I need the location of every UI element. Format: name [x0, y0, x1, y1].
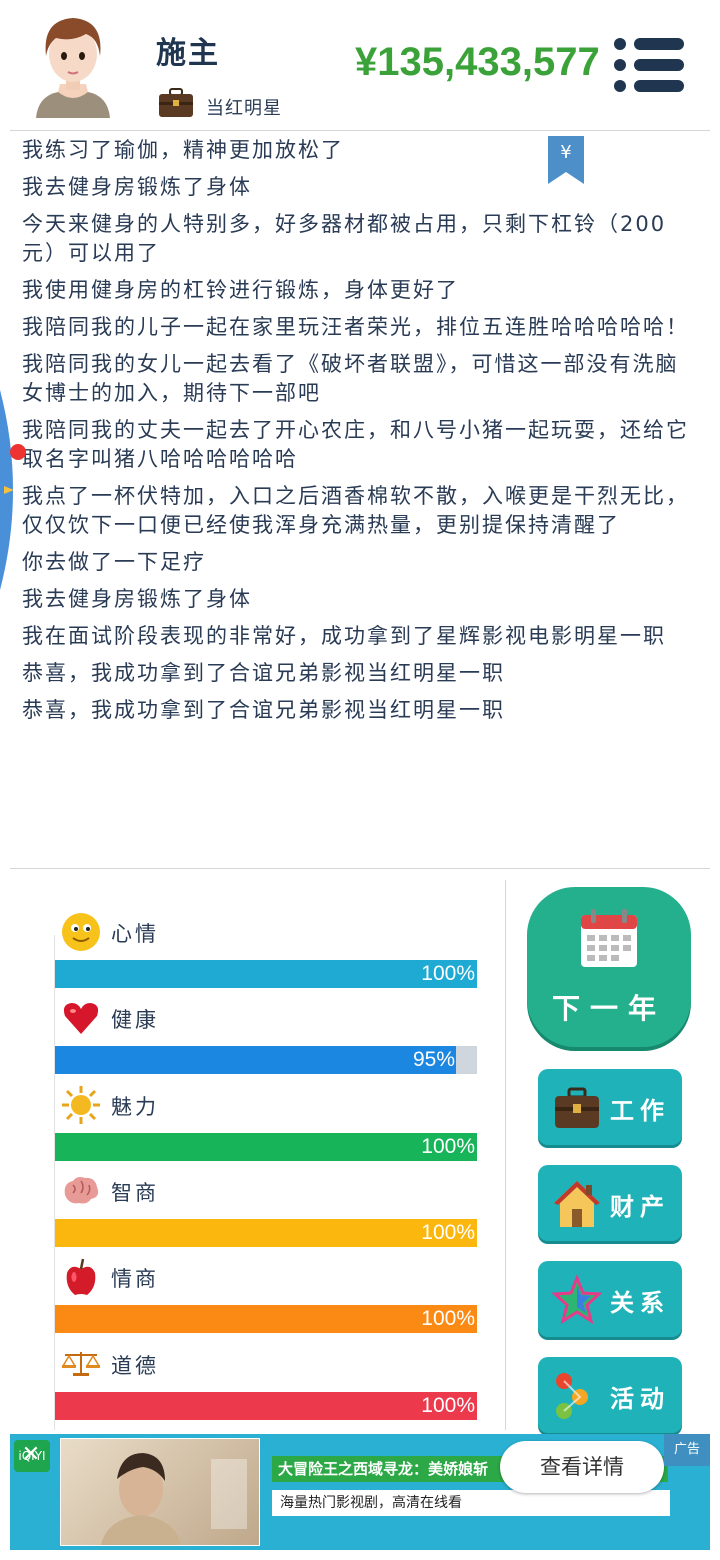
ad-banner[interactable]: iQIYI ✕ 大冒险王之西域寻龙：美娇娘斩 海量热门影视剧，高清在线看 查看详… — [10, 1434, 710, 1550]
log-line: 你去做了一下足疗 — [22, 550, 206, 574]
stat-fill — [55, 1219, 477, 1247]
log-line: 我陪同我的丈夫一起去了开心农庄，和八号小猪一起玩耍，还给它取名字叫猪八哈哈哈哈哈… — [22, 418, 689, 471]
job-title: 当红明星 — [206, 98, 282, 119]
stat-fill — [55, 1133, 477, 1161]
stat-percent: 95% — [412, 1048, 455, 1071]
scales-icon — [61, 1352, 101, 1376]
relations-label: 关系 — [610, 1289, 670, 1317]
stat-bar: 100% — [55, 1392, 477, 1420]
stat-fill — [55, 1305, 477, 1333]
stat-percent: 100% — [421, 1307, 475, 1330]
stat-bar: 95% — [55, 1046, 477, 1074]
next-year-button[interactable]: 下一年 — [527, 887, 691, 1047]
log-line: 我练习了瑜伽，精神更加放松了 — [22, 138, 344, 162]
stat-bar: 100% — [55, 1133, 477, 1161]
relations-button[interactable]: 关系 — [538, 1261, 682, 1337]
stat-percent: 100% — [421, 1394, 475, 1417]
work-button[interactable]: 工作 — [538, 1069, 682, 1145]
sun-icon — [62, 1086, 100, 1124]
stat-percent: 100% — [421, 1221, 475, 1244]
briefcase-icon — [159, 88, 193, 117]
ad-badge: 广告 — [664, 1434, 710, 1466]
stat-morality: 道德 100% — [55, 1344, 477, 1430]
activities-button[interactable]: 活动 — [538, 1357, 682, 1433]
header: 施主 当红明星 ¥135,433,577 — [0, 0, 720, 130]
money-balance: ¥135,433,577 — [355, 40, 600, 84]
stat-iq: 智商 100% — [55, 1171, 477, 1257]
stat-bar: 100% — [55, 1219, 477, 1247]
log-line: 我去健身房锻炼了身体 — [22, 175, 252, 199]
stat-percent: 100% — [421, 962, 475, 985]
stat-fill — [55, 1046, 456, 1074]
stat-label: 魅力 — [111, 1095, 159, 1119]
stat-percent: 100% — [421, 1135, 475, 1158]
work-label: 工作 — [610, 1097, 670, 1125]
log-line: 恭喜，我成功拿到了合谊兄弟影视当红明星一职 — [22, 698, 505, 722]
property-button[interactable]: 财产 — [538, 1165, 682, 1241]
log-line: 我陪同我的女儿一起去看了《破坏者联盟》，可惜这一部没有洗脑女博士的加入，期待下一… — [22, 352, 679, 405]
side-drawer-handle[interactable] — [0, 390, 26, 590]
hamburger-menu-icon[interactable] — [614, 38, 686, 92]
activities-label: 活动 — [610, 1385, 670, 1413]
event-log[interactable]: 我练习了瑜伽，精神更加放松了 我去健身房锻炼了身体 今天来健身的人特别多，好多器… — [22, 136, 698, 733]
property-label: 财产 — [610, 1193, 670, 1221]
house-icon — [554, 1181, 600, 1227]
ad-view-details-button[interactable]: 查看详情 — [500, 1441, 664, 1493]
heart-icon — [63, 1003, 99, 1034]
ad-poster-image — [101, 1453, 247, 1545]
stat-bar: 100% — [55, 1305, 477, 1333]
activities-icon — [556, 1373, 588, 1419]
stat-label: 健康 — [111, 1008, 159, 1032]
stat-label: 情商 — [111, 1267, 159, 1291]
stat-label: 道德 — [111, 1354, 159, 1378]
log-line: 我在面试阶段表现的非常好，成功拿到了星辉影视电影明星一职 — [22, 624, 666, 648]
avatar[interactable] — [28, 8, 118, 118]
star-icon — [552, 1275, 602, 1325]
stats-panel: 心情 100% 健康 95% 魅力 100% 智商 100% 情商 100% 道… — [0, 880, 505, 1430]
stat-fill — [55, 1392, 477, 1420]
log-line: 今天来健身的人特别多，好多器材都被占用，只剩下杠铃（200元）可以用了 — [22, 212, 667, 265]
stat-label: 心情 — [111, 922, 159, 946]
player-name: 施主 — [156, 36, 220, 71]
calendar-icon — [581, 909, 637, 967]
stat-label: 智商 — [111, 1181, 159, 1205]
apple-icon — [66, 1258, 96, 1295]
yuan-bookmark-icon[interactable]: ¥ — [548, 136, 584, 184]
stat-fill — [55, 960, 477, 988]
close-icon[interactable]: ✕ — [16, 1440, 46, 1470]
log-line: 恭喜，我成功拿到了合谊兄弟影视当红明星一职 — [22, 661, 505, 685]
stat-mood: 心情 100% — [55, 912, 477, 998]
header-divider — [10, 130, 710, 131]
log-divider — [10, 868, 710, 869]
stats-divider — [505, 880, 506, 1430]
stat-health: 健康 95% — [55, 998, 477, 1084]
brain-icon — [64, 1177, 99, 1204]
briefcase-icon — [555, 1087, 599, 1128]
log-line: 我点了一杯伏特加，入口之后酒香棉软不散，入喉更是干烈无比，仅仅饮下一口便已经使我… — [22, 484, 689, 537]
stat-eq: 情商 100% — [55, 1257, 477, 1343]
log-line: 我去健身房锻炼了身体 — [22, 587, 252, 611]
bookmark-label: ¥ — [560, 142, 571, 163]
ad-subtitle: 海量热门影视剧，高清在线看 — [272, 1490, 670, 1516]
smiley-icon — [62, 913, 100, 951]
stat-bar: 100% — [55, 960, 477, 988]
stat-charm: 魅力 100% — [55, 1085, 477, 1171]
ad-image — [60, 1438, 260, 1546]
next-year-label: 下一年 — [551, 992, 666, 1025]
log-line: 我使用健身房的杠铃进行锻炼，身体更好了 — [22, 278, 459, 302]
log-line: 我陪同我的儿子一起在家里玩汪者荣光，排位五连胜哈哈哈哈哈！ — [22, 315, 689, 339]
